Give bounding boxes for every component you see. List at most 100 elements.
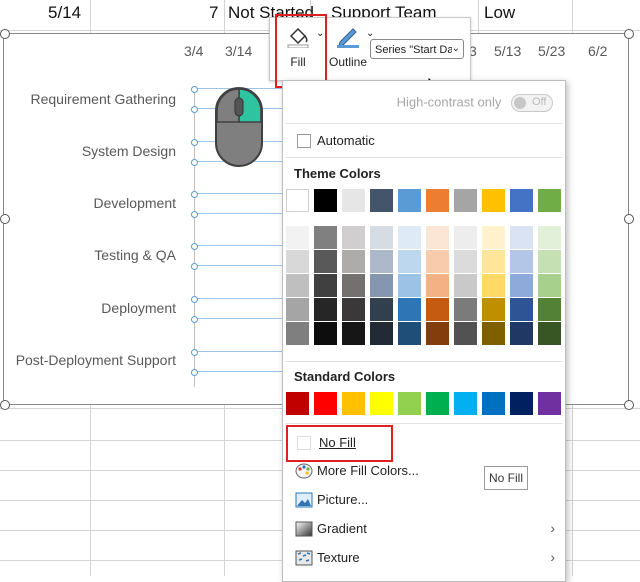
automatic-swatch-icon [297,134,311,148]
theme-shade-swatch[interactable] [342,226,365,249]
theme-shade-swatch[interactable] [538,226,561,249]
theme-shade-swatch[interactable] [398,226,421,249]
cell-date[interactable]: 5/14 [48,3,81,23]
theme-shade-swatch[interactable] [482,250,505,273]
theme-shade-swatch[interactable] [286,322,309,345]
theme-shade-swatch[interactable] [342,250,365,273]
theme-shade-swatch[interactable] [454,226,477,249]
theme-shade-swatch[interactable] [510,298,533,321]
theme-shade-swatch[interactable] [454,250,477,273]
theme-shade-swatch[interactable] [314,322,337,345]
theme-shade-swatch[interactable] [538,274,561,297]
theme-color-swatch[interactable] [538,189,561,212]
resize-handle[interactable] [624,400,634,410]
theme-shade-swatch[interactable] [370,226,393,249]
resize-handle[interactable] [0,29,10,39]
outline-label: Outline [328,55,368,69]
theme-shade-swatch[interactable] [426,322,449,345]
theme-shade-swatch[interactable] [482,226,505,249]
theme-shade-swatch[interactable] [314,250,337,273]
theme-shade-swatch[interactable] [454,298,477,321]
theme-color-swatch[interactable] [398,189,421,212]
theme-shade-swatch[interactable] [286,298,309,321]
theme-color-swatch[interactable] [286,189,309,212]
theme-shade-swatch[interactable] [482,322,505,345]
resize-handle[interactable] [624,29,634,39]
cell-number[interactable]: 7 [209,3,218,23]
theme-shade-swatch[interactable] [426,250,449,273]
theme-shade-swatch[interactable] [314,226,337,249]
cell-priority[interactable]: Low [484,3,515,23]
theme-shade-swatch[interactable] [538,250,561,273]
theme-color-swatch[interactable] [370,189,393,212]
standard-color-swatch[interactable] [454,392,477,415]
theme-color-swatch[interactable] [482,189,505,212]
standard-color-swatch[interactable] [342,392,365,415]
texture-label: Texture [317,550,360,565]
theme-shade-swatch[interactable] [314,298,337,321]
chevron-right-icon: › [550,520,555,536]
theme-shade-swatch[interactable] [510,274,533,297]
picture-icon [295,492,313,508]
theme-shade-swatch[interactable] [510,250,533,273]
theme-color-swatch[interactable] [314,189,337,212]
theme-shade-swatch[interactable] [286,274,309,297]
theme-shade-swatch[interactable] [482,274,505,297]
theme-shade-swatch[interactable] [342,322,365,345]
high-contrast-toggle[interactable]: Off [511,94,553,112]
theme-shade-swatch[interactable] [342,298,365,321]
theme-shade-swatch[interactable] [426,226,449,249]
resize-handle[interactable] [624,214,634,224]
standard-color-swatch[interactable] [510,392,533,415]
theme-shade-swatch[interactable] [370,322,393,345]
gradient-option[interactable]: Gradient › [285,515,563,543]
category-label: Requirement Gathering [30,91,176,107]
theme-shade-swatch[interactable] [482,298,505,321]
high-contrast-option[interactable]: High-contrast only Off [397,94,553,112]
theme-shade-swatch[interactable] [398,250,421,273]
x-tick: 3/14 [225,43,253,59]
high-contrast-label: High-contrast only [396,94,502,110]
theme-shade-swatch[interactable] [538,298,561,321]
automatic-option[interactable]: Automatic [285,127,563,155]
picture-option[interactable]: Picture... [285,486,563,514]
series-select[interactable]: Series "Start Da ⌄ [370,39,464,59]
outline-button[interactable]: ⌄ Outline [326,22,374,76]
theme-shade-swatch[interactable] [538,322,561,345]
chevron-right-icon: › [550,549,555,565]
theme-shade-swatch[interactable] [454,274,477,297]
theme-color-swatch[interactable] [454,189,477,212]
theme-shade-swatch[interactable] [342,274,365,297]
theme-shade-swatch[interactable] [426,298,449,321]
resize-handle[interactable] [0,400,10,410]
theme-shade-swatch[interactable] [286,250,309,273]
theme-shade-swatch[interactable] [398,298,421,321]
standard-color-swatch[interactable] [482,392,505,415]
theme-shade-swatch[interactable] [510,322,533,345]
standard-color-swatch[interactable] [314,392,337,415]
theme-shade-swatch[interactable] [398,274,421,297]
theme-shade-swatch[interactable] [314,274,337,297]
resize-handle[interactable] [0,214,10,224]
theme-shade-swatch[interactable] [370,274,393,297]
chevron-down-icon: ⌄ [451,40,460,58]
standard-color-swatch[interactable] [426,392,449,415]
theme-color-swatch[interactable] [426,189,449,212]
standard-color-swatch[interactable] [538,392,561,415]
theme-color-swatch[interactable] [342,189,365,212]
standard-color-swatch[interactable] [398,392,421,415]
theme-shade-swatch[interactable] [370,250,393,273]
category-axis [194,87,195,387]
automatic-label: Automatic [317,133,375,148]
theme-shade-swatch[interactable] [398,322,421,345]
theme-shade-swatch[interactable] [370,298,393,321]
standard-color-swatch[interactable] [286,392,309,415]
theme-shade-swatch[interactable] [510,226,533,249]
theme-shade-swatch[interactable] [454,322,477,345]
standard-color-swatch[interactable] [370,392,393,415]
theme-color-swatch[interactable] [510,189,533,212]
theme-shade-swatch[interactable] [286,226,309,249]
theme-shade-swatch[interactable] [426,274,449,297]
standard-colors-title: Standard Colors [294,369,396,384]
texture-option[interactable]: Texture › [285,544,563,572]
